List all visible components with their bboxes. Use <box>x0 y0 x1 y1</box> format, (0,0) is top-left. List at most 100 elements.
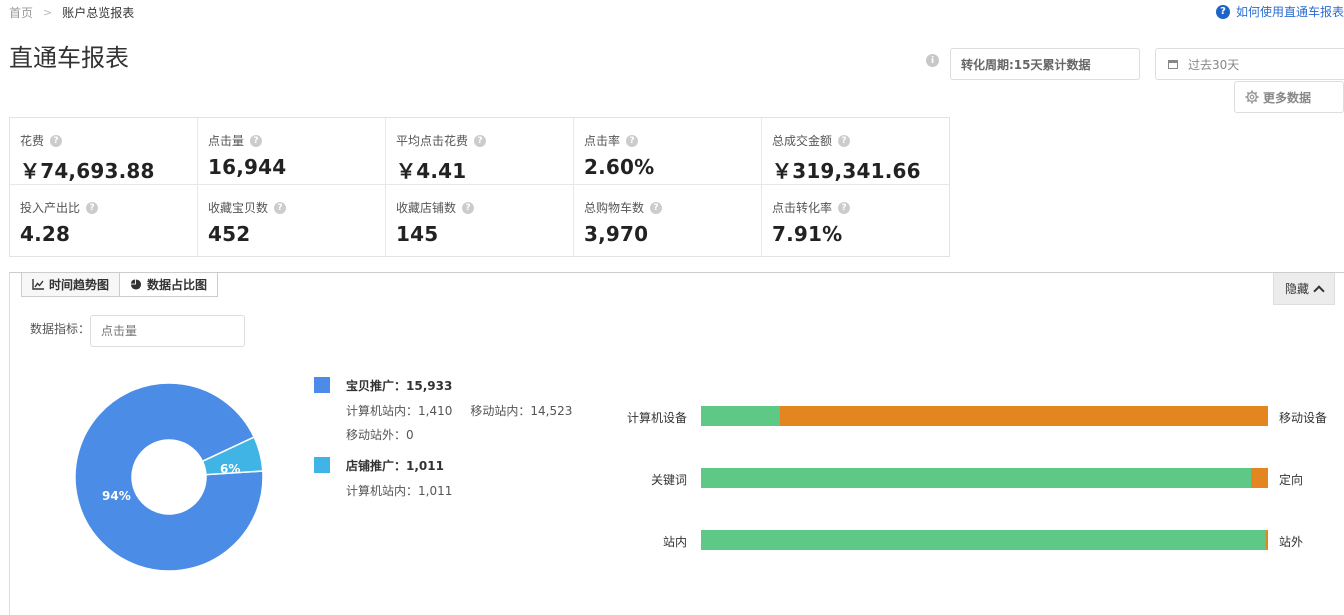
donut-slice-item-promo[interactable] <box>74 382 264 572</box>
help-icon[interactable]: ? <box>86 201 99 214</box>
help-icon[interactable]: ? <box>462 201 475 214</box>
legend-item-item-promo[interactable]: 宝贝推广：15,933 计算机站内：1,410 移动站内：14,523 移动站外：… <box>314 377 590 443</box>
date-range-label: 过去30天 <box>1188 57 1240 72</box>
page-title: 直通车报表 <box>9 44 129 72</box>
line-chart-icon <box>32 279 44 290</box>
metric-ctr[interactable]: 点击率? 2.60% <box>574 118 762 185</box>
legend-title: 店铺推广：1,011 <box>346 459 444 473</box>
chevron-up-icon <box>1313 284 1325 297</box>
chart-panel: 时间趋势图 数据占比图 隐藏 数据指标： 94% 6% 宝贝推广：15,933 … <box>9 272 1344 615</box>
help-icon[interactable]: ? <box>274 201 287 214</box>
bar-fill <box>701 468 1251 488</box>
metric-cart-adds[interactable]: 总购物车数? 3,970 <box>574 185 762 256</box>
pie-chart-icon <box>130 279 142 290</box>
breadcrumb-current: 账户总览报表 <box>62 6 135 20</box>
metric-filter-label: 数据指标： <box>30 322 91 336</box>
metric-label: 总购物车数 <box>584 201 645 215</box>
legend-swatch <box>314 457 330 473</box>
bar-track <box>701 468 1268 488</box>
legend-sub-mobile-onsite: 移动站内：14,523 <box>470 404 573 418</box>
help-icon[interactable]: ? <box>838 134 851 147</box>
metric-total-gmv[interactable]: 总成交金额? ￥319,341.66 <box>762 118 949 185</box>
metric-value: 3,970 <box>584 222 649 246</box>
legend-sub-pc-onsite: 计算机站内：1,410 <box>346 404 453 418</box>
help-link-label: 如何使用直通车报表 <box>1235 5 1344 19</box>
hide-button[interactable]: 隐藏 <box>1273 273 1335 305</box>
metric-value: ￥319,341.66 <box>772 159 921 183</box>
metric-value: 145 <box>396 222 439 246</box>
metric-label: 花费 <box>20 134 45 148</box>
help-icon[interactable]: ? <box>250 134 263 147</box>
donut-chart: 94% 6% <box>74 382 264 572</box>
calendar-icon <box>1168 59 1178 69</box>
metric-roi[interactable]: 投入产出比? 4.28 <box>10 185 198 256</box>
breadcrumb-home[interactable]: 首页 <box>9 4 33 21</box>
metric-clicks[interactable]: 点击量? 16,944 <box>198 118 386 185</box>
metric-value: 7.91% <box>772 222 843 246</box>
metric-value: 2.60% <box>584 155 655 179</box>
legend-item-shop-promo[interactable]: 店铺推广：1,011 计算机站内：1,011 <box>314 457 590 499</box>
bar-fill <box>701 530 1267 550</box>
metric-value: ￥4.41 <box>396 159 467 183</box>
bar-left-label: 站内 <box>662 535 687 549</box>
tab-data-share[interactable]: 数据占比图 <box>120 273 219 297</box>
legend-sub-pc-onsite: 计算机站内：1,011 <box>346 484 453 498</box>
metric-value: 452 <box>208 222 251 246</box>
metric-label: 收藏店铺数 <box>396 201 457 215</box>
metric-filter-input[interactable] <box>90 315 245 347</box>
legend-swatch <box>314 377 330 393</box>
metrics-grid: 花费? ￥74,693.88 点击量? 16,944 平均点击花费? ￥4.41… <box>9 117 950 257</box>
bar-row-device[interactable]: 计算机设备 移动设备 <box>590 406 1344 426</box>
metric-value: ￥74,693.88 <box>20 159 155 183</box>
bar-right-label: 定向 <box>1279 473 1304 487</box>
metric-avg-cpc[interactable]: 平均点击花费? ￥4.41 <box>386 118 574 185</box>
help-icon[interactable]: ? <box>474 134 487 147</box>
bar-row-targeting[interactable]: 关键词 定向 <box>590 468 1344 488</box>
bar-left-label: 关键词 <box>650 473 687 487</box>
help-icon[interactable]: ? <box>650 201 663 214</box>
chevron-right-icon: > <box>43 6 53 19</box>
chart-tabs: 时间趋势图 数据占比图 <box>21 273 219 297</box>
date-range-select[interactable]: 过去30天 <box>1155 48 1344 80</box>
info-icon[interactable]: i <box>926 54 939 67</box>
donut-legend: 宝贝推广：15,933 计算机站内：1,410 移动站内：14,523 移动站外：… <box>314 377 590 499</box>
metric-label: 总成交金额 <box>772 134 833 148</box>
help-icon[interactable]: ? <box>626 134 639 147</box>
bar-track <box>701 406 1268 426</box>
metric-label: 平均点击花费 <box>396 134 469 148</box>
donut-label-shop-promo: 6% <box>220 462 240 476</box>
metric-conversion-rate[interactable]: 点击转化率? 7.91% <box>762 185 949 256</box>
more-data-button[interactable]: 更多数据 <box>1234 81 1344 113</box>
breadcrumb: 首页 > 账户总览报表 <box>9 4 134 21</box>
bar-left-label: 计算机设备 <box>626 411 687 425</box>
help-icon[interactable]: ? <box>838 201 851 214</box>
legend-sub-mobile-offsite: 移动站外：0 <box>346 428 414 442</box>
gear-icon <box>1245 90 1259 104</box>
bar-row-site[interactable]: 站内 站外 <box>590 530 1344 550</box>
help-icon[interactable]: ? <box>50 134 63 147</box>
hide-button-label: 隐藏 <box>1284 282 1309 296</box>
metric-label: 点击率 <box>584 134 621 148</box>
metric-shop-favorites[interactable]: 收藏店铺数? 145 <box>386 185 574 256</box>
bar-fill <box>701 406 780 426</box>
conversion-period-label: 转化周期:15天累计数据 <box>961 57 1091 72</box>
metric-label: 收藏宝贝数 <box>208 201 269 215</box>
bar-right-label: 站外 <box>1279 535 1304 549</box>
metric-value: 16,944 <box>208 155 287 179</box>
metric-label: 投入产出比 <box>20 201 81 215</box>
more-data-label: 更多数据 <box>1263 90 1312 105</box>
legend-title: 宝贝推广：15,933 <box>346 379 453 393</box>
bar-track <box>701 530 1268 550</box>
metric-label: 点击量 <box>208 134 245 148</box>
metric-item-favorites[interactable]: 收藏宝贝数? 452 <box>198 185 386 256</box>
question-icon: ? <box>1215 4 1230 19</box>
help-link[interactable]: ? 如何使用直通车报表 <box>1215 3 1344 20</box>
tab-label: 数据占比图 <box>147 278 208 292</box>
tab-label: 时间趋势图 <box>49 278 110 292</box>
tab-time-trend[interactable]: 时间趋势图 <box>21 273 121 297</box>
bar-right-label: 移动设备 <box>1279 411 1328 425</box>
metric-cost[interactable]: 花费? ￥74,693.88 <box>10 118 198 185</box>
metric-label: 点击转化率 <box>772 201 833 215</box>
conversion-period-select[interactable]: 转化周期:15天累计数据 <box>950 48 1140 80</box>
metric-value: 4.28 <box>20 222 71 246</box>
